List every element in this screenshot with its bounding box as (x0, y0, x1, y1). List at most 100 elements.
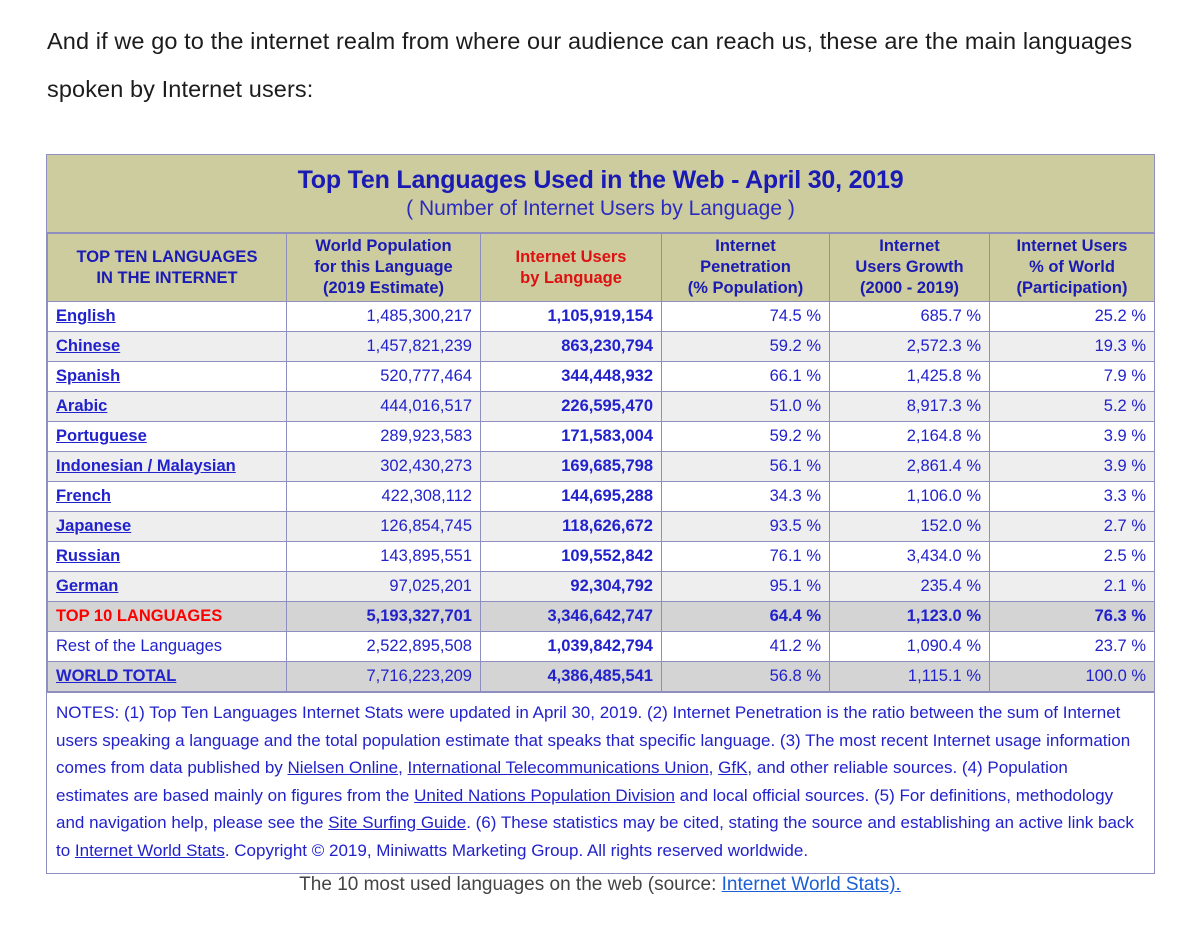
table-row: French 422,308,112 144,695,288 34.3 % 1,106.… (47, 481, 1155, 512)
cell-share: 76.3 % (989, 601, 1155, 632)
cell-penetration: 51.0 % (661, 391, 830, 422)
cell-population: 1,457,821,239 (286, 331, 481, 362)
cell-share: 5.2 % (989, 391, 1155, 422)
table-title: Top Ten Languages Used in the Web - Apri… (297, 166, 904, 194)
language-link[interactable]: Japanese (56, 517, 131, 535)
header-line: (2019 Estimate) (322, 279, 445, 297)
cell-users: 863,230,794 (480, 331, 662, 362)
cell-share: 25.2 % (989, 301, 1155, 332)
table-row: English 1,485,300,217 1,105,919,154 74.5 % 6… (47, 301, 1155, 332)
cell-language: English (47, 301, 287, 332)
table-row: Arabic 444,016,517 226,595,470 51.0 % 8,917.… (47, 391, 1155, 422)
language-link[interactable]: Indonesian / Malaysian (56, 457, 236, 475)
cell-share: 2.1 % (989, 571, 1155, 602)
cell-share: 7.9 % (989, 361, 1155, 392)
header-line: Internet (715, 237, 776, 255)
table-row: Indonesian / Malaysian 302,430,273 169,685… (47, 451, 1155, 482)
language-link[interactable]: Portuguese (56, 427, 147, 445)
cell-penetration: 93.5 % (661, 511, 830, 542)
header-line: Internet Users (515, 247, 627, 266)
cell-language: Russian (47, 541, 287, 572)
caption-source-link[interactable]: Internet World Stats). (722, 874, 901, 895)
cell-language: TOP 10 LANGUAGES (47, 601, 287, 632)
table-notes: NOTES: (1) Top Ten Languages Internet St… (47, 692, 1154, 873)
cell-language: Rest of the Languages (47, 631, 287, 662)
column-header-users-growth: Internet Users Growth (2000 - 2019) (829, 233, 990, 302)
cell-users: 3,346,642,747 (480, 601, 662, 632)
table-summary-row: WORLD TOTAL 7,716,223,209 4,386,485,541 56.… (47, 661, 1155, 692)
table-row: Portuguese 289,923,583 171,583,004 59.2 % 2,… (47, 421, 1155, 452)
cell-users: 171,583,004 (480, 421, 662, 452)
cell-language: Japanese (47, 511, 287, 542)
header-line: (Participation) (1016, 279, 1128, 297)
cell-language: Chinese (47, 331, 287, 362)
cell-population: 520,777,464 (286, 361, 481, 392)
notes-link-itu[interactable]: International Telecommunications Union (408, 758, 709, 777)
notes-link-nielsen[interactable]: Nielsen Online (288, 758, 399, 777)
notes-text: , (398, 758, 408, 777)
cell-users: 92,304,792 (480, 571, 662, 602)
header-line: Internet Users (1016, 237, 1128, 255)
table-row: Japanese 126,854,745 118,626,672 93.5 % 152.… (47, 511, 1155, 542)
column-header-internet-users: Internet Users by Language (480, 233, 662, 302)
cell-growth: 685.7 % (829, 301, 990, 332)
table-row: Chinese 1,457,821,239 863,230,794 59.2 % 2,5… (47, 331, 1155, 362)
header-line: Internet (879, 237, 940, 255)
language-link[interactable]: German (56, 577, 118, 595)
cell-population: 1,485,300,217 (286, 301, 481, 332)
language-link[interactable]: Chinese (56, 337, 120, 355)
cell-penetration: 76.1 % (661, 541, 830, 572)
language-link[interactable]: Russian (56, 547, 120, 565)
language-link[interactable]: Spanish (56, 367, 120, 385)
figure-caption: The 10 most used languages on the web (s… (0, 874, 1200, 896)
top-10-languages-label: TOP 10 LANGUAGES (56, 607, 223, 625)
cell-penetration: 56.1 % (661, 451, 830, 482)
cell-growth: 235.4 % (829, 571, 990, 602)
column-header-world-population: World Population for this Language (2019… (286, 233, 481, 302)
cell-penetration: 56.8 % (661, 661, 830, 692)
table-summary-row: TOP 10 LANGUAGES 5,193,327,701 3,346,642,7… (47, 601, 1155, 632)
cell-penetration: 74.5 % (661, 301, 830, 332)
column-header-penetration: Internet Penetration (% Population) (661, 233, 830, 302)
cell-population: 97,025,201 (286, 571, 481, 602)
rest-of-languages-label: Rest of the Languages (56, 637, 223, 655)
caption-text: The 10 most used languages on the web (s… (299, 874, 722, 895)
cell-population: 7,716,223,209 (286, 661, 481, 692)
languages-table: TOP TEN LANGUAGES IN THE INTERNET World … (47, 233, 1155, 692)
language-link[interactable]: French (56, 487, 111, 505)
cell-population: 444,016,517 (286, 391, 481, 422)
column-header-languages: TOP TEN LANGUAGES IN THE INTERNET (47, 233, 287, 302)
notes-link-gfk[interactable]: GfK (718, 758, 747, 777)
cell-language: Portuguese (47, 421, 287, 452)
table-row: Spanish 520,777,464 344,448,932 66.1 % 1,425… (47, 361, 1155, 392)
table-header-row: TOP TEN LANGUAGES IN THE INTERNET World … (47, 233, 1155, 302)
cell-penetration: 64.4 % (661, 601, 830, 632)
notes-link-internet-world-stats[interactable]: Internet World Stats (75, 841, 225, 860)
cell-population: 302,430,273 (286, 451, 481, 482)
cell-growth: 2,861.4 % (829, 451, 990, 482)
cell-users: 226,595,470 (480, 391, 662, 422)
table-body: English 1,485,300,217 1,105,919,154 74.5 % 6… (47, 301, 1155, 692)
cell-growth: 152.0 % (829, 511, 990, 542)
header-line: World Population (315, 237, 452, 255)
cell-share: 3.9 % (989, 451, 1155, 482)
world-total-link[interactable]: WORLD TOTAL (56, 667, 176, 685)
language-link[interactable]: English (56, 307, 116, 325)
notes-link-un-population-division[interactable]: United Nations Population Division (414, 786, 675, 805)
cell-users: 118,626,672 (480, 511, 662, 542)
cell-language: Arabic (47, 391, 287, 422)
cell-users: 1,039,842,794 (480, 631, 662, 662)
cell-penetration: 41.2 % (661, 631, 830, 662)
cell-language: Indonesian / Malaysian (47, 451, 287, 482)
header-line: for this Language (314, 258, 453, 276)
cell-users: 109,552,842 (480, 541, 662, 572)
cell-penetration: 95.1 % (661, 571, 830, 602)
table-title-block: Top Ten Languages Used in the Web - Apri… (47, 155, 1154, 233)
cell-growth: 1,090.4 % (829, 631, 990, 662)
notes-link-site-surfing-guide[interactable]: Site Surfing Guide (328, 813, 466, 832)
cell-population: 5,193,327,701 (286, 601, 481, 632)
language-link[interactable]: Arabic (56, 397, 107, 415)
cell-growth: 2,572.3 % (829, 331, 990, 362)
cell-users: 144,695,288 (480, 481, 662, 512)
cell-language: German (47, 571, 287, 602)
